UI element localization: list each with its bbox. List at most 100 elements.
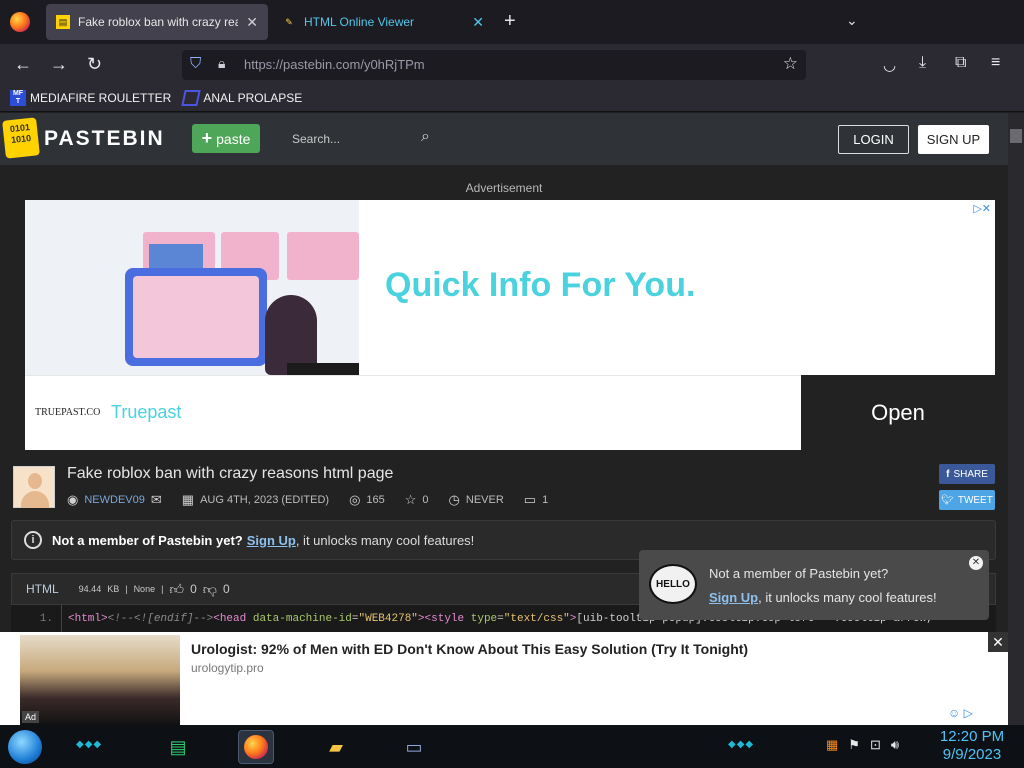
paste-size-unit: KB: [107, 584, 120, 594]
thumbs-up-icon[interactable]: 👍︎: [169, 581, 184, 598]
advertisement-label: Advertisement: [465, 181, 543, 195]
ad-headline[interactable]: Quick Info For You.: [385, 266, 695, 305]
bookmark-favicon-icon: [181, 89, 202, 106]
facebook-share-button[interactable]: f SHARE: [939, 464, 995, 484]
author-link[interactable]: NEWDEV09: [84, 494, 145, 506]
ad-photo[interactable]: Ad: [20, 635, 180, 725]
menu-icon[interactable]: ≡: [991, 54, 1000, 72]
star-count: 0: [422, 494, 429, 506]
comment-count: 1: [542, 494, 549, 506]
bookmark-mediafire[interactable]: MF T MEDIAFIRE ROULETTER: [10, 89, 171, 106]
comment-icon[interactable]: ▭: [524, 492, 536, 508]
window-app-icon[interactable]: ▭: [396, 730, 432, 764]
search-icon[interactable]: ⌕: [421, 128, 430, 146]
info-icon: i: [24, 531, 42, 549]
syntax-format[interactable]: HTML: [26, 582, 59, 596]
network-icon[interactable]: ⊡: [870, 737, 881, 753]
firefox-taskbar-icon[interactable]: [238, 730, 274, 764]
tweet-label: TWEET: [957, 494, 993, 506]
tweet-button[interactable]: 🐦︎ TWEET: [939, 490, 995, 510]
volume-icon[interactable]: 🔊︎: [891, 737, 899, 753]
chevron-down-icon[interactable]: ⌄: [846, 12, 858, 29]
login-button[interactable]: LOGIN: [838, 125, 909, 154]
url-host: https://pastebin.com/: [244, 57, 364, 72]
start-button[interactable]: [8, 730, 42, 764]
lock-icon[interactable]: 🔒︎: [218, 55, 225, 72]
bottom-ad-source[interactable]: urologytip.pro: [191, 661, 264, 675]
bottom-ad-headline[interactable]: Urologist: 92% of Men with ED Don't Know…: [191, 641, 748, 657]
popup-line1: Not a member of Pastebin yet?: [709, 566, 889, 581]
file-explorer-icon[interactable]: ▰: [318, 730, 354, 764]
pastebin-logo-icon[interactable]: 0101 1010: [2, 117, 40, 159]
bookmark-label: ANAL PROLAPSE: [203, 90, 303, 105]
tab-pastebin[interactable]: ▤ Fake roblox ban with crazy reasons ✕: [46, 4, 268, 40]
twitter-icon: 🐦︎: [941, 494, 954, 506]
star-icon[interactable]: ☆: [405, 492, 417, 508]
pastebin-favicon-icon: ▤: [56, 15, 70, 29]
paste-title: Fake roblox ban with crazy reasons html …: [67, 465, 394, 482]
notice-signup-link[interactable]: Sign Up: [247, 533, 296, 548]
like-count: 0: [190, 582, 197, 596]
tray-app-icon[interactable]: ▦: [826, 737, 838, 753]
url-bar[interactable]: ⛉ 🔒︎ https://pastebin.com/y0hRjTPm ☆: [182, 50, 806, 80]
tab-title: Fake roblox ban with crazy reasons: [78, 15, 239, 29]
share-label: SHARE: [953, 468, 988, 480]
page-content: 0101 1010 PASTEBIN + paste Search... ⌕ L…: [0, 113, 1008, 725]
pocket-icon[interactable]: ◡: [883, 56, 896, 74]
bookmark-star-icon[interactable]: ☆: [783, 54, 798, 74]
url-path: y0hRjTPm: [363, 57, 425, 72]
reload-icon[interactable]: ↻: [87, 54, 102, 75]
ad-open-button[interactable]: Open: [801, 375, 995, 450]
new-tab-button[interactable]: +: [504, 10, 516, 33]
new-paste-button[interactable]: + paste: [192, 124, 260, 153]
close-icon[interactable]: ✕: [969, 556, 983, 570]
tab-html-viewer[interactable]: ✎ HTML Online Viewer ✕: [272, 4, 494, 40]
extensions-icon[interactable]: ⧉: [955, 54, 966, 72]
line-number: 1.: [39, 613, 53, 625]
ad-banner[interactable]: Quick Info For You. ▷✕ TRUEPAST.CO Truep…: [25, 200, 995, 450]
paste-category: None: [133, 584, 156, 594]
page-scrollbar[interactable]: [1008, 113, 1024, 725]
dislike-count: 0: [222, 582, 230, 596]
calendar-icon: ▦: [181, 492, 195, 507]
user-icon: ◉: [67, 492, 79, 507]
clock[interactable]: 12:20 PM 9/9/2023: [936, 728, 1008, 764]
notes-app-icon[interactable]: ▤: [160, 730, 196, 764]
flag-icon[interactable]: ⚑: [848, 737, 860, 753]
ad-brand-bar[interactable]: TRUEPAST.CO Truepast: [25, 375, 801, 450]
ad-brand-small: TRUEPAST.CO: [35, 407, 101, 418]
eye-icon: ◎: [349, 492, 361, 507]
hello-bubble-icon: HELLO: [649, 564, 697, 604]
close-icon[interactable]: ✕: [988, 632, 1008, 652]
navigation-bar: ← → ↻ ⛉ 🔒︎ https://pastebin.com/y0hRjTPm…: [0, 44, 1024, 84]
mail-icon[interactable]: ✉: [151, 492, 162, 508]
notice-bold: Not a member of Pastebin yet?: [52, 532, 243, 548]
signup-button[interactable]: SIGN UP: [918, 125, 989, 154]
shield-icon[interactable]: ⛉: [190, 55, 201, 72]
pastebin-logo-text[interactable]: PASTEBIN: [44, 127, 165, 151]
popup-line2: Sign Up, it unlocks many cool features!: [709, 590, 937, 605]
ad-card: [287, 232, 359, 280]
popup-rest: , it unlocks many cool features!: [758, 590, 937, 605]
ad-choices-icon[interactable]: ▷✕: [973, 202, 991, 215]
close-tab-icon[interactable]: ✕: [472, 14, 484, 31]
popup-signup-link[interactable]: Sign Up: [709, 590, 758, 605]
thumbs-down-icon[interactable]: 👎︎: [203, 581, 217, 598]
sticky-bottom-ad[interactable]: Ad Urologist: 92% of Men with ED Don't K…: [0, 632, 1008, 725]
url-text[interactable]: https://pastebin.com/y0hRjTPm: [244, 57, 425, 72]
taskbar-decoration: ◆◆◆: [728, 739, 755, 750]
avatar[interactable]: [13, 466, 55, 508]
search-input[interactable]: Search...: [292, 132, 340, 146]
scrollbar-thumb[interactable]: [1010, 129, 1022, 143]
firefox-icon[interactable]: [10, 12, 30, 32]
plus-icon: +: [201, 128, 213, 148]
forward-arrow-icon[interactable]: →: [50, 54, 68, 75]
pastebin-header: 0101 1010 PASTEBIN + paste Search... ⌕ L…: [0, 113, 1008, 165]
download-icon[interactable]: ⤓: [919, 54, 926, 72]
close-tab-icon[interactable]: ✕: [246, 14, 258, 31]
pencil-icon: ✎: [285, 17, 293, 27]
tab-title: HTML Online Viewer: [304, 15, 415, 29]
ad-choices-icon[interactable]: ☺ ▷: [948, 706, 973, 720]
back-arrow-icon[interactable]: ←: [14, 54, 32, 75]
bookmark-anal-prolapse[interactable]: ANAL PROLAPSE: [181, 89, 303, 106]
